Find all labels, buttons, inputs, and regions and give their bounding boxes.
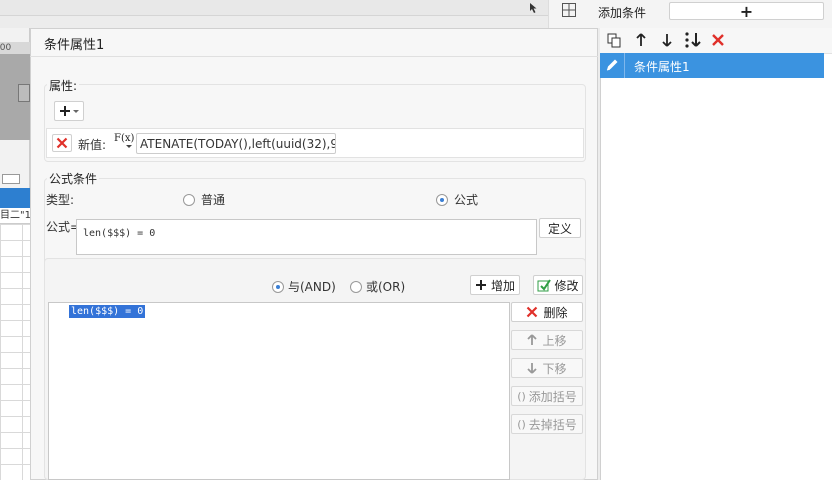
- radio-circle[interactable]: [350, 280, 362, 293]
- plus-icon: [475, 280, 486, 290]
- modify-condition-button[interactable]: 修改: [533, 275, 583, 295]
- condition-list[interactable]: len($$$) = 0: [48, 302, 510, 480]
- ruler: 300: [0, 42, 30, 54]
- caret-down-icon: [126, 145, 132, 148]
- logic-radio-and[interactable]: 与(AND): [272, 278, 336, 295]
- remove-attribute-button[interactable]: [52, 134, 72, 152]
- plus-dropdown-icon: [60, 106, 79, 116]
- item-divider: [624, 53, 625, 78]
- define-button[interactable]: 定义: [539, 218, 581, 238]
- canvas-box: [18, 84, 30, 102]
- arrow-down-icon: [527, 363, 538, 374]
- add-condition-top-button[interactable]: +: [669, 2, 824, 21]
- right-panel: [600, 28, 832, 480]
- delete-icon: [527, 306, 538, 318]
- remove-bracket-button[interactable]: () 去掉括号: [511, 414, 583, 434]
- radio-circle-selected[interactable]: [436, 193, 448, 206]
- sheet-cell[interactable]: [2, 174, 20, 184]
- formula-textarea[interactable]: len($$$) = 0: [76, 219, 537, 255]
- move-bottom-icon[interactable]: [684, 31, 704, 52]
- dialog-title: 条件属性1: [44, 38, 105, 53]
- type-radio-formula[interactable]: 公式: [436, 191, 478, 208]
- formula-condition-label: 公式条件: [47, 170, 100, 187]
- cursor-select-icon[interactable]: [520, 0, 548, 16]
- attributes-label: 属性:: [47, 77, 80, 94]
- delete-icon[interactable]: [711, 33, 725, 50]
- radio-circle[interactable]: [183, 193, 195, 206]
- layout-icon[interactable]: [561, 2, 577, 21]
- formula-label: 公式=: [46, 220, 81, 234]
- add-condition-button[interactable]: 增加: [470, 275, 520, 295]
- title-divider: [30, 56, 598, 57]
- radio-circle-selected[interactable]: [272, 280, 284, 293]
- add-condition-label: 添加条件: [598, 6, 647, 20]
- move-up-icon[interactable]: [634, 32, 648, 51]
- type-label: 类型:: [46, 193, 75, 207]
- remove-bracket-icon: (): [517, 417, 526, 431]
- condition-list-item-selected[interactable]: 条件属性1: [600, 53, 824, 78]
- arrow-up-icon: [527, 334, 538, 345]
- move-down-icon[interactable]: [660, 32, 674, 51]
- type-radio-normal[interactable]: 普通: [183, 191, 225, 208]
- sheet-grid[interactable]: [0, 208, 30, 480]
- new-value-input[interactable]: ATENATE(TODAY(),left(uuid(32),9)): [136, 133, 336, 154]
- app-topbar: [0, 0, 548, 16]
- delete-condition-button[interactable]: 删除: [511, 302, 583, 322]
- sheet-header-row: [0, 188, 30, 208]
- edit-icon[interactable]: [604, 57, 620, 76]
- condition-item-label: 条件属性1: [634, 60, 690, 74]
- logic-radio-or[interactable]: 或(OR): [350, 278, 405, 295]
- move-up-button[interactable]: 上移: [511, 330, 583, 350]
- add-bracket-button[interactable]: () 添加括号: [511, 386, 583, 406]
- delete-icon: [56, 137, 68, 149]
- bracket-icon: (): [517, 389, 526, 403]
- add-attribute-dropdown[interactable]: [54, 101, 84, 121]
- modify-icon: [537, 279, 552, 292]
- condition-list-item[interactable]: len($$$) = 0: [69, 305, 146, 318]
- new-value-label: 新值:: [78, 138, 107, 152]
- formula-icon[interactable]: F(x): [114, 133, 134, 148]
- copy-icon[interactable]: [606, 32, 622, 51]
- move-down-button[interactable]: 下移: [511, 358, 583, 378]
- sheet-cell-text: 目二"1: [0, 208, 30, 224]
